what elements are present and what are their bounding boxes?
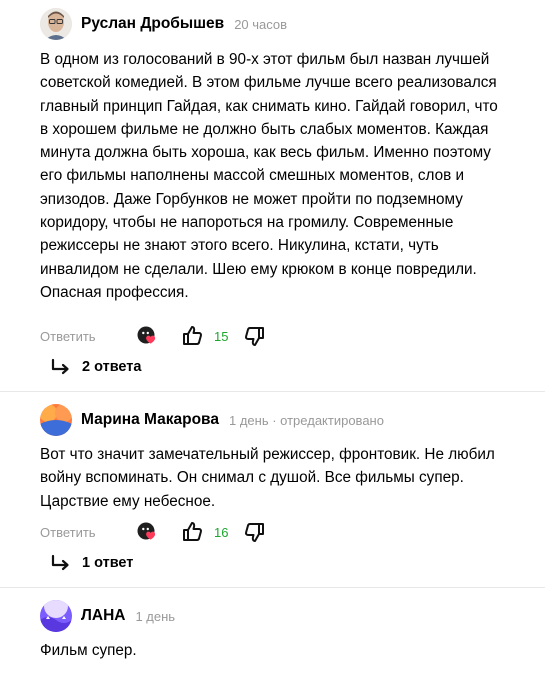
divider (0, 587, 545, 588)
dislike-icon[interactable] (242, 520, 266, 544)
comment-header: ЛАНА 1 день (40, 600, 175, 632)
comment-actions: Ответить 16 (40, 520, 270, 544)
reaction-icon[interactable] (135, 324, 159, 348)
like-count: 15 (214, 329, 229, 344)
purple-avatar-icon (40, 600, 72, 632)
user-avatar[interactable] (40, 600, 72, 632)
orange-blue-avatar-icon (40, 404, 72, 436)
author-name[interactable]: ЛАНА (81, 607, 125, 625)
comment-time: 20 часов (234, 16, 288, 32)
author-name[interactable]: Марина Макарова (81, 411, 219, 429)
show-replies-button[interactable]: 1 ответ (50, 551, 133, 575)
comment-header: Руслан Дробышев 20 часов (40, 8, 287, 40)
replies-count-label: 2 ответа (82, 359, 142, 375)
user-avatar[interactable] (40, 404, 72, 436)
reaction-icon[interactable] (135, 520, 159, 544)
reply-button[interactable]: Ответить (40, 329, 96, 344)
man-avatar-icon (40, 8, 72, 40)
reply-arrow-icon (51, 358, 69, 375)
replies-count-label: 1 ответ (82, 555, 134, 571)
show-replies-button[interactable]: 2 ответа (50, 355, 141, 379)
comment-text: Фильм супер. (40, 642, 137, 659)
user-avatar[interactable] (40, 8, 72, 40)
author-name[interactable]: Руслан Дробышев (81, 15, 224, 33)
reply-button[interactable]: Ответить (40, 525, 96, 540)
divider (0, 391, 545, 392)
comment-actions: Ответить 15 (40, 324, 270, 348)
comment-text: В одном из голосований в 90-х этот фильм… (40, 51, 498, 301)
reply-arrow-icon (51, 554, 69, 571)
dislike-icon[interactable] (242, 324, 266, 348)
like-icon[interactable] (181, 520, 205, 544)
comment-header: Марина Макарова 1 день · отредактировано (40, 404, 384, 436)
comment-time: 1 день · отредактировано (229, 412, 384, 428)
comment-time: 1 день (135, 608, 176, 624)
like-icon[interactable] (181, 324, 205, 348)
comment-text: Вот что значит замечательный режиссер, ф… (40, 446, 495, 510)
like-count: 16 (214, 525, 229, 540)
